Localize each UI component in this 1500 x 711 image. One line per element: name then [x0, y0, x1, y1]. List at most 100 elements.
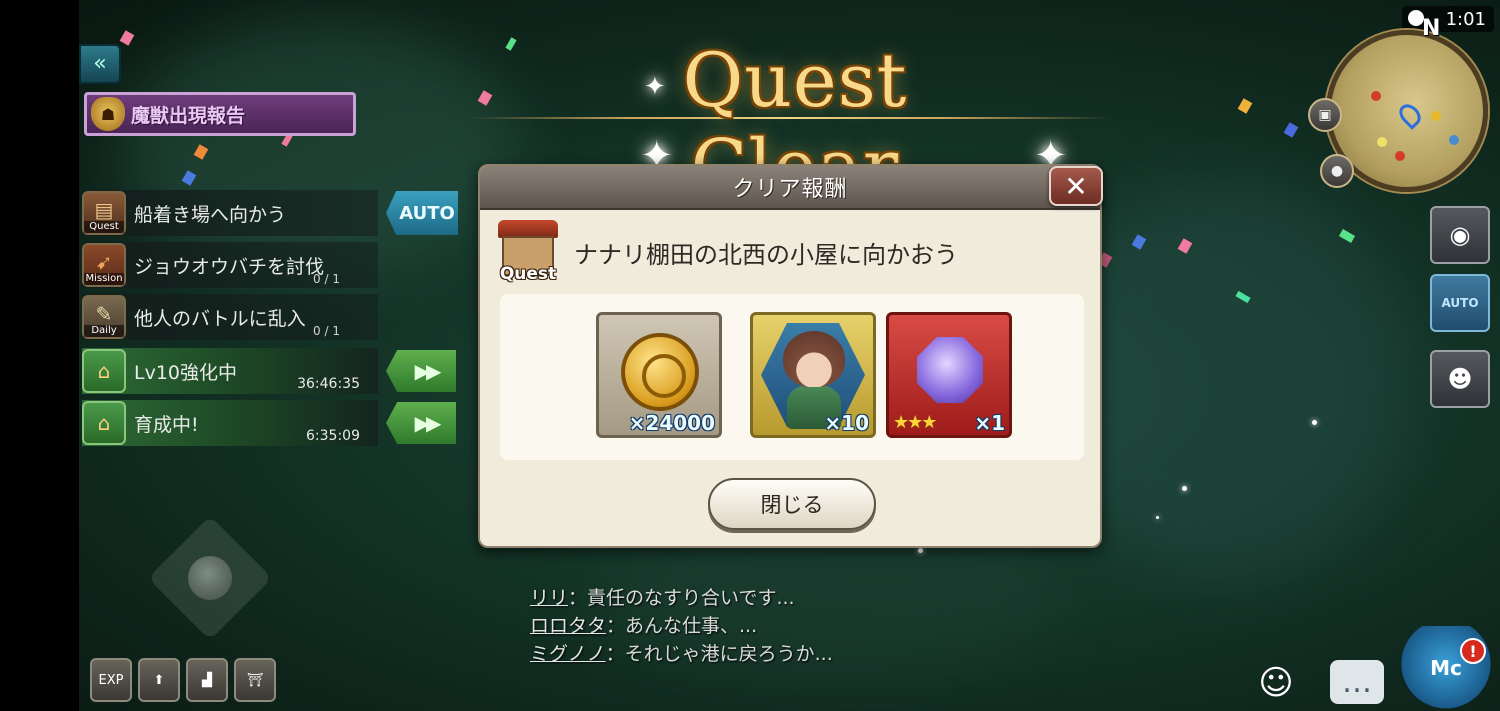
daily-icon: ✎ Daily — [82, 295, 126, 339]
task-label: ジョウオウバチを討伐 — [134, 255, 325, 278]
chevron-left-icon: « — [93, 51, 107, 76]
fast-forward-button[interactable]: ▶▶ — [386, 402, 456, 444]
chat-speaker[interactable]: リリ — [530, 587, 568, 609]
map-marker — [1449, 135, 1459, 145]
confetti — [505, 37, 517, 51]
chat-line: ロロタタ：あんな仕事、... — [530, 612, 833, 640]
rarity-stars: ★★★ — [893, 412, 937, 433]
party-button[interactable]: ☻ — [1430, 350, 1490, 408]
close-icon: ✕ — [1064, 169, 1088, 203]
task-type-caption: Mission — [84, 273, 124, 285]
task-type-caption: Daily — [84, 325, 124, 337]
confetti — [119, 30, 135, 46]
map-marker — [1395, 151, 1405, 161]
beast-report-label: 魔獣出現報告 — [131, 104, 246, 127]
camera-icon: ◉ — [1449, 221, 1471, 249]
quest-house-icon: Quest — [496, 220, 560, 284]
mascot-menu-button[interactable]: Mc — [1396, 626, 1496, 710]
timer-remaining: 36:46:35 — [297, 376, 360, 392]
sparkle-dot — [1182, 486, 1187, 491]
training-timer-row[interactable]: ⌂ 育成中! 6:35:09 — [82, 400, 378, 446]
confetti — [1237, 98, 1253, 114]
compass-north: N — [1422, 16, 1441, 41]
reward-panel: ×24000 ×10 ★★★ ×1 — [500, 294, 1084, 460]
reward-dialog: クリア報酬 Quest ナナリ棚田の北西の小屋に向かおう ×24000 ×10 … — [478, 164, 1102, 548]
chat-text: ：あんな仕事、... — [606, 615, 758, 637]
sparkle-dot — [1312, 420, 1317, 425]
reward-quantity: ×1 — [974, 411, 1005, 435]
auto-button[interactable]: AUTO — [386, 191, 458, 235]
gate-icon: ⛩ — [246, 672, 264, 688]
chat-line: リリ：責任のなすり合いです... — [530, 584, 833, 612]
timer-label: Lv10強化中 — [134, 361, 238, 384]
exp-label: EXP — [98, 672, 124, 688]
quest-name: ナナリ棚田の北西の小屋に向かおう — [574, 240, 958, 269]
gold-coin-icon — [621, 333, 699, 411]
boots-button[interactable]: ▟ — [186, 658, 228, 702]
player-location-icon — [1395, 100, 1425, 130]
dialog-close-icon-button[interactable]: ✕ — [1049, 166, 1103, 206]
chat-button[interactable]: … — [1330, 660, 1384, 704]
confetti — [1283, 122, 1299, 138]
task-label: 船着き場へ向かう — [134, 203, 287, 226]
enhance-house-icon: ⌂ — [82, 349, 126, 393]
gate-button[interactable]: ⛩ — [234, 658, 276, 702]
quest-task-row[interactable]: ▤ Quest 船着き場へ向かう — [82, 190, 378, 236]
sparkle-dot — [1156, 516, 1159, 519]
task-label: 他人のバトルに乱入 — [134, 307, 306, 330]
camera-button[interactable]: ◉ — [1430, 206, 1490, 264]
reward-gold-coin[interactable]: ×24000 — [596, 312, 722, 438]
quest-icon: ▤ Quest — [82, 191, 126, 235]
character-head — [783, 331, 845, 387]
boot-icon: ▟ — [202, 672, 212, 688]
timer-label: 育成中! — [134, 413, 199, 436]
background-fog — [120, 20, 520, 280]
fast-forward-button[interactable]: ▶▶ — [386, 350, 456, 392]
menu-toggle-button[interactable]: « — [79, 44, 121, 84]
task-progress-count: 0 / 1 — [313, 324, 340, 338]
party-icon: ☻ — [1447, 365, 1473, 393]
purple-gem-icon — [917, 337, 983, 403]
mission-icon: ➹ Mission — [82, 243, 126, 287]
clock-time: 1:01 — [1445, 8, 1486, 30]
map-marker — [1377, 137, 1387, 147]
task-type-caption: Quest — [84, 221, 124, 233]
screen-margin — [0, 0, 79, 711]
close-button[interactable]: 閉じる — [708, 478, 876, 530]
mission-task-row[interactable]: ➹ Mission ジョウオウバチを討伐 0 / 1 — [82, 242, 378, 288]
dialog-title: クリア報酬 — [732, 177, 848, 202]
auto-label: AUTO — [1441, 296, 1479, 310]
smile-face-icon: ☺ — [1258, 663, 1294, 703]
notification-badge: ! — [1460, 638, 1486, 664]
chat-speaker[interactable]: ミグノノ — [530, 643, 606, 665]
map-marker — [1371, 91, 1381, 101]
speech-bubble-icon: … — [1342, 664, 1372, 700]
clock: 1:01 — [1402, 6, 1494, 32]
reward-purple-gem[interactable]: ★★★ ×1 — [886, 312, 1012, 438]
chat-log: リリ：責任のなすり合いです... ロロタタ：あんな仕事、... ミグノノ：それじ… — [530, 584, 833, 668]
background-fog — [1050, 180, 1410, 580]
beast-report-banner[interactable]: ☗ 魔獣出現報告 — [84, 92, 356, 136]
pig-icon: ● — [1330, 163, 1344, 179]
chat-text: ：責任のなすり合いです... — [568, 587, 795, 609]
dpad-knob[interactable] — [188, 556, 232, 600]
gold-up-button[interactable]: ⬆ — [138, 658, 180, 702]
chat-speaker[interactable]: ロロタタ — [530, 615, 606, 637]
pet-button[interactable]: ● — [1320, 154, 1354, 188]
reward-quantity: ×24000 — [628, 411, 715, 435]
exp-button[interactable]: EXP — [90, 658, 132, 702]
enhance-timer-row[interactable]: ⌂ Lv10強化中 36:46:35 — [82, 348, 378, 394]
chat-text: ：それじゃ港に戻ろうか... — [605, 643, 833, 665]
daily-task-row[interactable]: ✎ Daily 他人のバトルに乱入 0 / 1 — [82, 294, 378, 340]
reward-character[interactable]: ×10 — [750, 312, 876, 438]
sparkle-dot — [918, 548, 923, 553]
auto-battle-button[interactable]: AUTO — [1430, 274, 1490, 332]
quest-caption: Quest — [499, 264, 557, 284]
quest-info: Quest ナナリ棚田の北西の小屋に向かおう — [496, 220, 958, 284]
timer-remaining: 6:35:09 — [306, 428, 360, 444]
map-layer-icon: ▣ — [1318, 107, 1332, 123]
map-marker — [1431, 111, 1441, 121]
map-toggle-button[interactable]: ▣ — [1308, 98, 1342, 132]
task-progress-count: 0 / 1 — [313, 272, 340, 286]
emote-button[interactable]: ☺ — [1246, 660, 1306, 706]
